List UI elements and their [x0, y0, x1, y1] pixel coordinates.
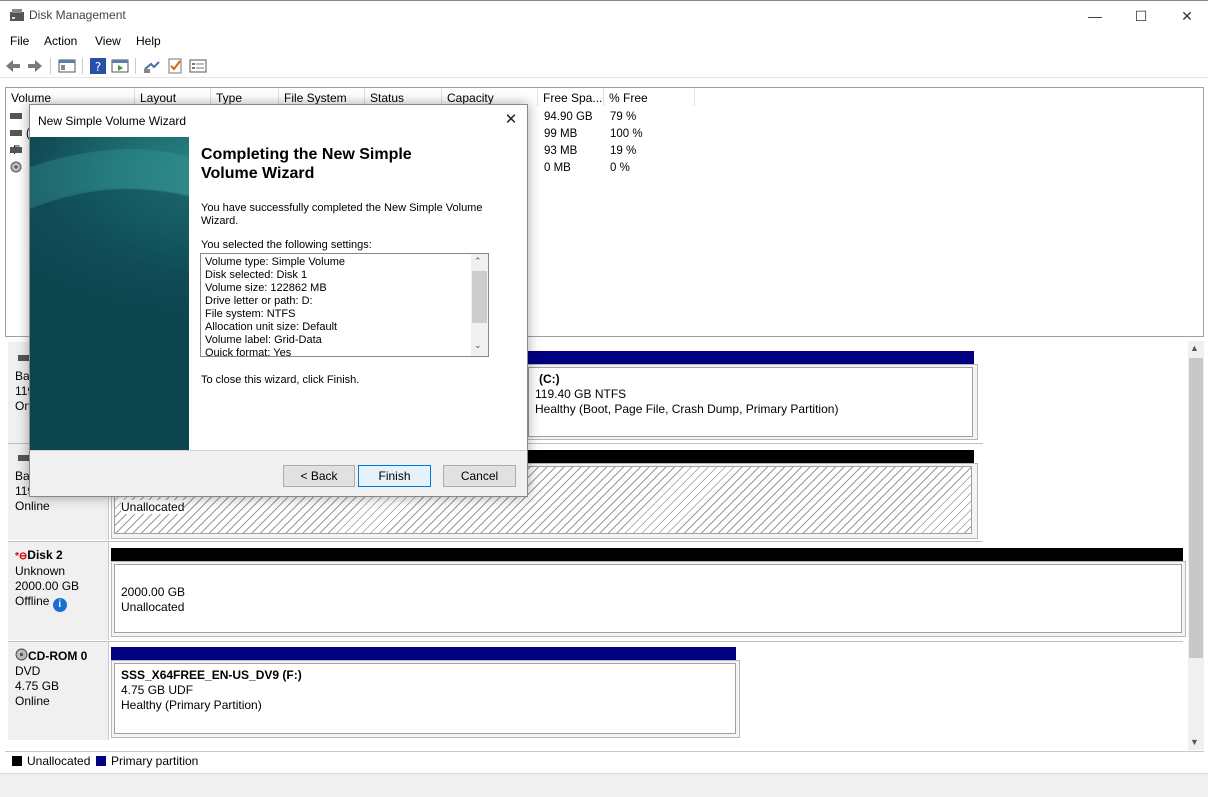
menu-file[interactable]: File: [10, 34, 29, 48]
back-button[interactable]: < Back: [283, 465, 355, 487]
cdrom-0-size: 4.75 GB: [15, 679, 60, 693]
disk-2-unallocated-size: 2000.00 GB: [121, 585, 186, 599]
wizard-close-button[interactable]: ✕: [500, 110, 522, 130]
partition-c[interactable]: (C:) 119.40 GB NTFS Healthy (Boot, Page …: [528, 367, 973, 437]
partition-f-status: Healthy (Primary Partition): [121, 698, 262, 712]
partition-f-name: SSS_X64FREE_EN-US_DV9 (F:): [121, 668, 302, 682]
minimize-button[interactable]: —: [1072, 0, 1118, 32]
wizard-banner-graphic: [30, 149, 189, 450]
partition-c-name: (C:): [539, 372, 560, 386]
setting-line: Volume size: 122862 MB: [205, 282, 327, 294]
close-button[interactable]: ✕: [1164, 0, 1208, 32]
percent-free-cell: 19 %: [610, 145, 637, 157]
volume-drive-icon: [10, 147, 22, 153]
disk-2-status: Offline: [15, 594, 50, 608]
menu-view[interactable]: View: [95, 34, 121, 48]
scroll-up-icon[interactable]: ▲: [1190, 343, 1199, 353]
close-icon: ✕: [1181, 7, 1193, 24]
disk-2-label[interactable]: *⊖Disk 2 Unknown 2000.00 GB Offline i: [8, 542, 109, 640]
disk-2-size: 2000.00 GB: [15, 579, 80, 593]
back-arrow-icon[interactable]: [4, 57, 22, 75]
setting-line: Allocation unit size: Default: [205, 321, 338, 333]
list-view-icon[interactable]: [189, 57, 207, 75]
setting-line: Volume label: Grid-Data: [205, 334, 322, 346]
cd-drive-icon: [10, 161, 22, 173]
menu-bar: [0, 32, 1208, 52]
disk-management-icon: [10, 9, 24, 21]
cdrom-0-type: DVD: [15, 664, 41, 678]
scrollbar-thumb[interactable]: [1189, 358, 1203, 658]
settings-scrollbar-thumb[interactable]: [472, 271, 487, 323]
partition-bar-primary: [111, 647, 736, 660]
disk-1-unallocated-label: Unallocated: [121, 500, 185, 514]
window-title: Disk Management: [29, 8, 126, 22]
partition-c-size: 119.40 GB NTFS: [535, 387, 627, 401]
percent-free-cell: 0 %: [610, 162, 630, 174]
percent-free-cell: 79 %: [610, 111, 637, 123]
volume-drive-icon: [10, 113, 22, 119]
menu-help[interactable]: Help: [136, 34, 161, 48]
help-icon[interactable]: ?: [89, 57, 107, 75]
wizard-settings-intro: You selected the following settings:: [201, 239, 372, 251]
partition-bar-unallocated: [111, 548, 1183, 561]
check-properties-icon[interactable]: [166, 57, 184, 75]
wizard-title: New Simple Volume Wizard: [38, 114, 187, 128]
menu-action[interactable]: Action: [44, 34, 77, 48]
free-space-cell: 94.90 GB: [544, 111, 593, 123]
maximize-button[interactable]: ☐: [1118, 0, 1164, 32]
cdrom-0-label[interactable]: CD-ROM 0 DVD 4.75 GB Online: [8, 642, 109, 740]
minimize-icon: —: [1088, 8, 1102, 24]
partition-f[interactable]: SSS_X64FREE_EN-US_DV9 (F:) 4.75 GB UDF H…: [114, 663, 736, 734]
wizard-heading: Completing the New Simple Volume Wizard: [201, 146, 412, 182]
legend-unallocated-label: Unallocated: [27, 754, 91, 768]
action-pane-icon[interactable]: [111, 57, 129, 75]
finish-button[interactable]: Finish: [358, 465, 431, 487]
cdrom-0-status: Online: [15, 694, 50, 708]
disk-2-type: Unknown: [15, 564, 66, 578]
percent-free-cell: 100 %: [610, 128, 643, 140]
setting-line: Quick format: Yes: [205, 347, 292, 356]
disk-offline-icon: *⊖: [15, 551, 28, 562]
cdrom-0-name: CD-ROM 0: [28, 649, 88, 663]
volume-drive-icon: [10, 130, 22, 136]
wizard-close-hint: To close this wizard, click Finish.: [201, 374, 360, 386]
setting-line: Drive letter or path: D:: [205, 295, 313, 307]
maximize-icon: ☐: [1134, 7, 1148, 24]
legend-unallocated-swatch: [12, 756, 22, 766]
partition-f-size: 4.75 GB UDF: [121, 683, 194, 697]
status-bar: [0, 773, 1208, 797]
scroll-down-icon[interactable]: ▼: [1190, 737, 1199, 747]
column-percent-free[interactable]: % Free: [604, 88, 695, 106]
disk-2-unallocated-label: Unallocated: [121, 600, 185, 614]
title-bar: [0, 0, 1208, 32]
wizard-success-text: You have successfully completed the New …: [201, 202, 483, 227]
column-free-space[interactable]: Free Spa...: [538, 88, 604, 106]
forward-arrow-icon[interactable]: [26, 57, 44, 75]
setting-line: Disk selected: Disk 1: [205, 269, 308, 281]
svg-text:?: ?: [95, 60, 101, 74]
disk-2-unallocated[interactable]: 2000.00 GB Unallocated: [114, 564, 1182, 633]
legend-primary-swatch: [96, 756, 106, 766]
setting-line: File system: NTFS: [205, 308, 296, 320]
cd-drive-icon: [15, 648, 28, 661]
disk-2-name: Disk 2: [27, 548, 63, 562]
setting-line: Volume type: Simple Volume: [205, 256, 346, 268]
chevron-down-icon[interactable]: ⌄: [474, 340, 482, 351]
partition-c-status: Healthy (Boot, Page File, Crash Dump, Pr…: [535, 402, 839, 416]
connect-icon[interactable]: [143, 57, 161, 75]
close-icon: ✕: [504, 111, 518, 128]
free-space-cell: 99 MB: [544, 128, 578, 140]
free-space-cell: 93 MB: [544, 145, 578, 157]
cancel-button[interactable]: Cancel: [443, 465, 516, 487]
chevron-up-icon[interactable]: ⌃: [474, 256, 482, 267]
free-space-cell: 0 MB: [544, 162, 571, 174]
console-tree-icon[interactable]: [58, 57, 76, 75]
info-icon[interactable]: i: [52, 598, 67, 612]
disk-1-status: Online: [15, 499, 50, 513]
legend-primary-label: Primary partition: [111, 754, 199, 768]
